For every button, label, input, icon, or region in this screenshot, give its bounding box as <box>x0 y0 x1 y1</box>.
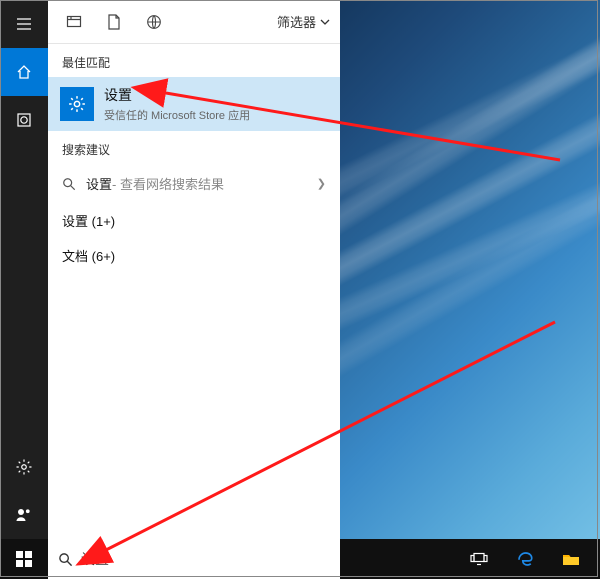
category-count: (1+) <box>92 214 115 229</box>
best-match-subtitle: 受信任的 Microsoft Store 应用 <box>104 107 250 123</box>
filter-label: 筛选器 <box>277 12 316 31</box>
web-tab-icon[interactable] <box>134 0 174 44</box>
edge-icon[interactable] <box>502 539 548 579</box>
search-icon <box>62 177 76 191</box>
panel-tabs: 筛选器 <box>48 0 340 44</box>
taskbar <box>0 539 600 579</box>
search-rail <box>0 0 48 539</box>
task-view-icon[interactable] <box>456 539 502 579</box>
category-documents[interactable]: 文档 (6+) <box>48 238 340 273</box>
panel-body: 最佳匹配 设置 受信任的 Microsoft Store 应用 搜索建议 设置 … <box>48 44 340 539</box>
suggestion-term: 设置 <box>86 174 112 193</box>
documents-tab-icon[interactable] <box>94 0 134 44</box>
home-icon[interactable] <box>0 48 48 96</box>
best-match-item[interactable]: 设置 受信任的 Microsoft Store 应用 <box>48 77 340 131</box>
best-match-title: 设置 <box>104 85 250 105</box>
taskbar-search-box[interactable] <box>48 539 340 579</box>
clock-icon[interactable] <box>0 96 48 144</box>
chevron-right-icon: ❯ <box>317 177 326 190</box>
suggestion-hint: - 查看网络搜索结果 <box>112 174 224 193</box>
category-label: 设置 <box>62 214 88 229</box>
search-input[interactable] <box>81 551 330 567</box>
system-tray <box>456 539 600 579</box>
start-button[interactable] <box>0 539 48 579</box>
apps-tab-icon[interactable] <box>54 0 94 44</box>
category-count: (6+) <box>92 249 115 264</box>
menu-icon[interactable] <box>0 0 48 48</box>
category-settings[interactable]: 设置 (1+) <box>48 203 340 238</box>
explorer-icon[interactable] <box>548 539 594 579</box>
search-icon <box>58 552 73 567</box>
suggestions-header: 搜索建议 <box>48 131 340 164</box>
settings-app-icon <box>60 87 94 121</box>
search-suggestion[interactable]: 设置 - 查看网络搜索结果 ❯ <box>48 164 340 203</box>
feedback-icon[interactable] <box>0 491 48 539</box>
settings-gear-icon[interactable] <box>0 443 48 491</box>
search-panel: 筛选器 最佳匹配 设置 受信任的 Microsoft Store 应用 搜索建议… <box>48 0 340 539</box>
chevron-down-icon <box>320 17 330 27</box>
best-match-header: 最佳匹配 <box>48 44 340 77</box>
filter-dropdown[interactable]: 筛选器 <box>277 12 334 31</box>
category-label: 文档 <box>62 249 88 264</box>
